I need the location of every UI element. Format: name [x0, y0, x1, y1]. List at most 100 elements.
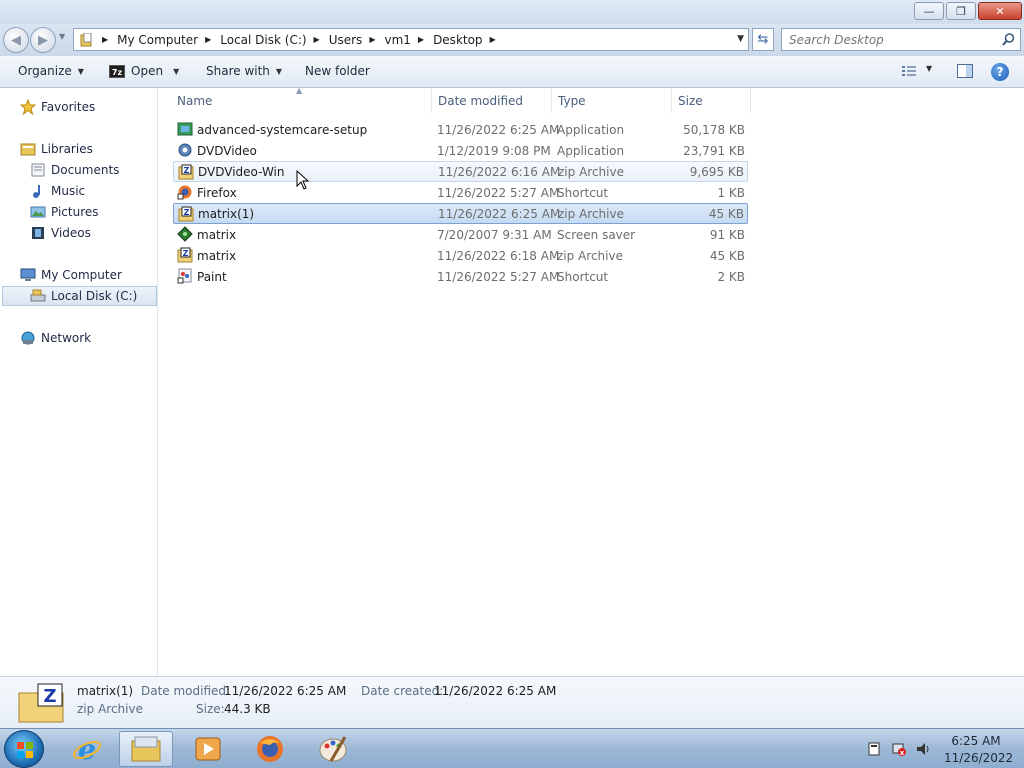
zip-icon: Z	[178, 164, 194, 180]
file-name: DVDVideo	[197, 143, 257, 158]
file-row[interactable]: Firefox 11/26/2022 5:27 AM Shortcut 1 KB	[173, 182, 748, 203]
back-button[interactable]: ◀	[3, 27, 29, 53]
breadcrumb-arrow-icon[interactable]: ▶	[205, 35, 211, 44]
file-size: 45 KB	[708, 206, 744, 221]
search-input[interactable]	[789, 30, 989, 50]
file-name: matrix	[197, 248, 237, 263]
details-size-label: Size:	[196, 702, 225, 716]
sidebar-item-network[interactable]: Network	[20, 328, 91, 348]
address-history-dropdown[interactable]: ▼	[737, 34, 744, 44]
forward-arrow-icon: ▶	[38, 32, 48, 48]
refresh-button[interactable]: ⇆	[752, 28, 774, 51]
taskbar-windows-explorer[interactable]	[119, 731, 173, 767]
file-date: 11/26/2022 6:25 AM	[438, 206, 561, 221]
search-icon[interactable]	[1002, 33, 1015, 46]
clock-time[interactable]: 6:25 AM	[948, 734, 1004, 748]
view-options-dropdown[interactable]: ▼	[926, 64, 932, 73]
new-folder-button[interactable]: New folder	[305, 64, 370, 78]
preview-pane-button[interactable]	[957, 64, 973, 81]
organize-label: Organize	[18, 64, 72, 78]
breadcrumb-arrow-icon[interactable]: ▶	[314, 35, 320, 44]
file-type: Screen saver	[557, 227, 636, 242]
file-row[interactable]: Z matrix(1) 11/26/2022 6:25 AM zip Archi…	[173, 203, 748, 224]
file-size: 23,791 KB	[683, 143, 745, 158]
chevron-down-icon: ▼	[77, 66, 84, 76]
file-name: advanced-systemcare-setup	[197, 122, 368, 137]
taskbar-firefox[interactable]	[243, 731, 297, 767]
sidebar-item-documents[interactable]: Documents	[30, 160, 119, 180]
breadcrumb-arrow-icon[interactable]: ▶	[418, 35, 424, 44]
breadcrumb-arrow-icon[interactable]: ▶	[490, 35, 496, 44]
sort-ascending-icon: ▲	[296, 86, 303, 95]
column-header-size[interactable]: Size	[672, 88, 751, 113]
file-row[interactable]: matrix 7/20/2007 9:31 AM Screen saver 91…	[173, 224, 748, 245]
sidebar-item-label: Documents	[51, 163, 120, 177]
breadcrumb-local-disk[interactable]: Local Disk (C:)	[220, 33, 306, 47]
column-header-date[interactable]: Date modified	[432, 88, 552, 113]
open-button[interactable]: 7z Open ▼	[109, 64, 179, 78]
change-view-button[interactable]	[902, 65, 918, 80]
minimize-button[interactable]: —	[914, 2, 944, 20]
file-row[interactable]: advanced-systemcare-setup 11/26/2022 6:2…	[173, 119, 748, 140]
network-disconnected-icon[interactable]: x	[891, 741, 907, 757]
organize-button[interactable]: Organize ▼	[18, 64, 84, 78]
taskbar-internet-explorer[interactable]: e	[60, 731, 114, 767]
paint-palette-icon	[319, 736, 347, 762]
details-date-modified: 11/26/2022 6:25 AM	[224, 684, 347, 698]
file-row[interactable]: Z matrix 11/26/2022 6:18 AM zip Archive …	[173, 245, 748, 266]
search-box[interactable]	[781, 28, 1021, 51]
file-row[interactable]: Paint 11/26/2022 5:27 AM Shortcut 2 KB	[173, 266, 748, 287]
drive-icon	[30, 288, 46, 304]
sidebar-item-libraries[interactable]: Libraries	[20, 139, 93, 159]
close-button[interactable]: ✕	[978, 2, 1022, 20]
share-with-button[interactable]: Share with ▼	[206, 64, 282, 78]
gear-app-icon	[178, 143, 192, 157]
videos-icon	[30, 225, 46, 241]
file-size: 45 KB	[709, 248, 745, 263]
recent-pages-dropdown[interactable]: ▼	[59, 32, 69, 48]
sidebar-item-videos[interactable]: Videos	[30, 223, 91, 243]
breadcrumb-my-computer[interactable]: My Computer	[117, 33, 198, 47]
zip-icon: Z	[177, 247, 193, 263]
details-date-created-label: Date created:	[361, 684, 444, 698]
windows-logo-icon	[17, 742, 33, 758]
file-date: 11/26/2022 5:27 AM	[437, 185, 560, 200]
column-header-label: Name	[177, 93, 213, 108]
mouse-cursor-icon	[296, 170, 310, 190]
sidebar-item-label: Local Disk (C:)	[51, 289, 138, 303]
breadcrumb-desktop[interactable]: Desktop	[433, 33, 483, 47]
file-date: 11/26/2022 6:25 AM	[437, 122, 560, 137]
file-type: Application	[557, 143, 625, 158]
breadcrumb-users[interactable]: Users	[329, 33, 363, 47]
sidebar-item-my-computer[interactable]: My Computer	[20, 265, 122, 285]
action-center-icon[interactable]	[866, 741, 882, 757]
breadcrumb: My Computer ▶ Local Disk (C:) ▶ Users ▶ vm1…	[117, 33, 505, 47]
forward-button[interactable]: ▶	[30, 27, 56, 53]
maximize-button[interactable]: ❐	[946, 2, 976, 20]
file-row[interactable]: Z DVDVideo-Win 11/26/2022 6:16 AM zip Ar…	[173, 161, 748, 182]
file-date: 1/12/2019 9:08 PM	[437, 143, 551, 158]
address-bar[interactable]: ▶ My Computer ▶ Local Disk (C:) ▶ Users ▶ v…	[73, 28, 749, 51]
column-header-type[interactable]: Type	[552, 88, 672, 113]
sidebar-item-pictures[interactable]: Pictures	[30, 202, 99, 222]
folder-location-icon	[80, 32, 96, 47]
start-button[interactable]	[4, 730, 44, 768]
file-name: Paint	[197, 269, 227, 284]
sidebar-item-local-disk[interactable]: Local Disk (C:)	[2, 286, 157, 306]
breadcrumb-arrow-icon[interactable]: ▶	[369, 35, 375, 44]
breadcrumb-vm1[interactable]: vm1	[384, 33, 410, 47]
breadcrumb-root-arrow-icon[interactable]: ▶	[102, 35, 108, 44]
taskbar-media-player[interactable]	[181, 731, 235, 767]
file-size: 9,695 KB	[689, 164, 744, 179]
clock-date[interactable]: 11/26/2022	[944, 751, 1013, 765]
sidebar-item-favorites[interactable]: Favorites	[19, 97, 95, 117]
sidebar-item-music[interactable]: Music	[30, 181, 85, 201]
volume-icon[interactable]	[915, 741, 931, 757]
file-row[interactable]: DVDVideo 1/12/2019 9:08 PM Application 2…	[173, 140, 748, 161]
chevron-down-icon: ▼	[275, 66, 283, 76]
taskbar-paint[interactable]	[306, 731, 360, 767]
firefox-icon	[257, 736, 283, 762]
sidebar-item-label: Videos	[51, 226, 91, 240]
help-icon[interactable]: ?	[991, 63, 1009, 81]
installer-icon	[177, 122, 193, 136]
